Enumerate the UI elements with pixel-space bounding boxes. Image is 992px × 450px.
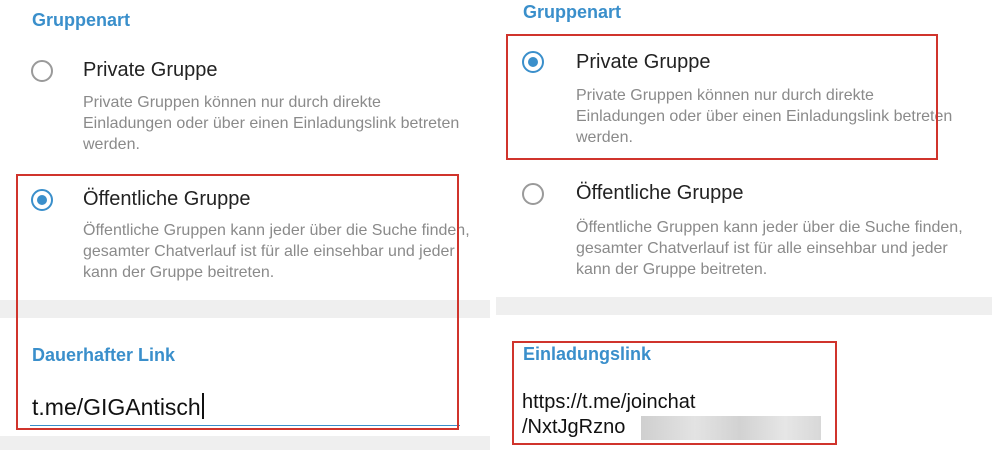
text-cursor [201, 393, 204, 419]
input-underline [30, 425, 460, 426]
permanent-link-title: Dauerhafter Link [32, 345, 176, 365]
option-private-label: Private Gruppe [576, 51, 711, 73]
permanent-link-value: t.me/GIGAntisch [32, 394, 201, 420]
invite-link-title: Einladungslink [523, 344, 652, 364]
right-screenshot: Gruppenart Private Gruppe Private Gruppe… [496, 0, 992, 450]
option-private-description: Private Gruppen können nur durch direkte… [83, 94, 460, 153]
permanent-link-input[interactable]: t.me/GIGAntisch [32, 393, 204, 421]
section-divider [496, 297, 992, 315]
radio-public-group[interactable] [522, 183, 544, 205]
blurred-link-part [641, 416, 821, 440]
option-public-description: Öffentliche Gruppen kann jeder über die … [576, 219, 963, 278]
invite-link-line1: https://t.me/joinchat [522, 391, 696, 413]
radio-private-group[interactable] [522, 51, 544, 73]
option-private-label: Private Gruppe [83, 59, 218, 81]
radio-public-group[interactable] [31, 189, 53, 211]
option-public-label: Öffentliche Gruppe [576, 182, 744, 204]
bottom-divider [0, 436, 490, 450]
option-public-description: Öffentliche Gruppen kann jeder über die … [83, 222, 470, 281]
left-screenshot: Gruppenart Private Gruppe Private Gruppe… [0, 0, 490, 450]
radio-private-group[interactable] [31, 60, 53, 82]
section-divider [0, 300, 490, 318]
group-type-title: Gruppenart [523, 2, 622, 22]
option-public-label: Öffentliche Gruppe [83, 188, 251, 210]
option-private-description: Private Gruppen können nur durch direkte… [576, 87, 953, 146]
group-type-title: Gruppenart [32, 10, 131, 30]
